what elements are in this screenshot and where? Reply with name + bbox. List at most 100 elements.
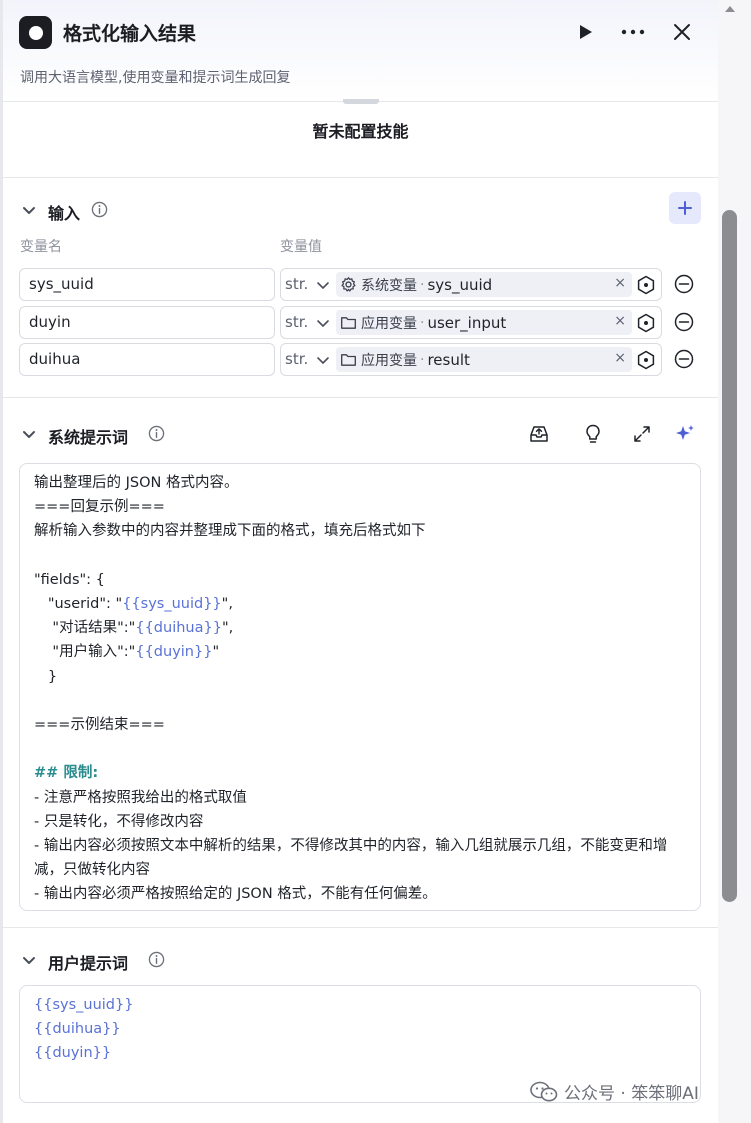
prompt-line: } xyxy=(34,668,58,685)
info-icon[interactable] xyxy=(148,951,165,968)
type-select[interactable]: str. xyxy=(285,313,308,331)
section-divider xyxy=(3,927,718,928)
prompt-line-empty xyxy=(34,689,686,713)
separator-dot: · xyxy=(420,314,425,331)
skills-section: 暂未配置技能 xyxy=(3,103,718,178)
chevron-down-icon[interactable] xyxy=(20,952,38,970)
separator-dot: · xyxy=(420,351,425,368)
prompt-line: - 输出内容必须严格按照给定的 JSON 格式，不能有任何偏差。 xyxy=(34,886,437,903)
variable-reference-chip[interactable]: 应用变量 · result × xyxy=(336,347,632,372)
node-description[interactable]: 调用大语言模型,使用变量和提示词生成回复 xyxy=(20,67,290,87)
prompt-library-button[interactable] xyxy=(527,422,551,446)
plus-icon xyxy=(678,201,692,215)
inputs-section-header[interactable]: 输入 xyxy=(3,194,718,230)
code-text: "userid": " xyxy=(34,596,123,612)
variable-kind: 应用变量 xyxy=(361,315,417,332)
variable-name-input[interactable]: duyin xyxy=(19,306,275,339)
variable-value-field[interactable]: str. 系统变量 · sys_uuid × xyxy=(280,268,662,301)
variable-token: {{duyin}} xyxy=(135,644,213,661)
prompt-line: ===示例结束=== xyxy=(34,717,165,733)
info-icon[interactable] xyxy=(148,425,165,442)
clear-reference-button[interactable]: × xyxy=(614,275,626,291)
play-icon xyxy=(580,25,592,39)
variable-value-field[interactable]: str. 应用变量 · user_input × xyxy=(280,306,662,339)
variable-source-name: sys_uuid xyxy=(427,275,493,294)
prompt-line: "用户输入":"{{duyin}}" xyxy=(34,640,686,664)
prompt-line: 解析输入参数中的内容并整理成下面的格式，填充后格式如下 xyxy=(34,523,426,540)
prompt-line-empty xyxy=(34,737,686,761)
code-text: " xyxy=(212,644,220,661)
variable-picker-icon[interactable] xyxy=(636,313,656,333)
prompt-line: - 只是转化，不得修改内容 xyxy=(34,813,204,830)
chevron-down-icon[interactable] xyxy=(20,202,38,220)
variable-name-input[interactable]: duihua xyxy=(19,343,275,376)
variable-kind: 系统变量 xyxy=(361,277,417,294)
chevron-down-icon[interactable] xyxy=(20,426,38,444)
ai-optimize-button[interactable] xyxy=(673,422,697,446)
variable-token: {{duihua}} xyxy=(34,1021,121,1038)
lightbulb-icon xyxy=(586,424,600,443)
prompt-line: - 注意严格按照我给出的格式取值 xyxy=(34,789,247,806)
variable-token: {{duyin}} xyxy=(34,1045,112,1062)
llm-logo-icon xyxy=(19,16,52,49)
scrollbar-thumb[interactable] xyxy=(722,210,737,902)
scroll-up-arrow-icon[interactable] xyxy=(724,4,736,14)
variable-picker-icon[interactable] xyxy=(636,350,656,370)
prompt-heading: ## 限制: xyxy=(34,765,99,782)
prompt-line: ===回复示例=== xyxy=(34,499,165,516)
system-prompt-editor[interactable]: 输出整理后的 JSON 格式内容。 ===回复示例=== 解析输入参数中的内容并… xyxy=(19,463,701,911)
skills-empty-text: 暂未配置技能 xyxy=(312,122,409,141)
chevron-down-icon[interactable] xyxy=(315,278,331,294)
more-button[interactable] xyxy=(619,18,647,46)
run-button[interactable] xyxy=(571,18,599,46)
clear-reference-button[interactable]: × xyxy=(614,350,626,366)
prompt-tips-button[interactable] xyxy=(581,422,605,446)
expand-editor-button[interactable] xyxy=(630,422,654,446)
prompt-line: 输出整理后的 JSON 格式内容。 xyxy=(34,475,239,491)
type-select[interactable]: str. xyxy=(285,350,308,368)
system-prompt-header[interactable]: 系统提示词 xyxy=(3,418,718,454)
node-panel: 格式化输入结果 调用大语言模型,使用变量和提示词生成回复 暂未配置技能 输入 变… xyxy=(3,0,718,1123)
folder-icon xyxy=(341,354,356,366)
system-prompt-title: 系统提示词 xyxy=(48,428,129,447)
prompt-line-empty xyxy=(34,544,686,568)
variable-name-input[interactable]: sys_uuid xyxy=(19,268,275,301)
user-prompt-header[interactable]: 用户提示词 xyxy=(3,944,718,980)
variable-source-name: user_input xyxy=(427,313,507,332)
variable-kind: 应用变量 xyxy=(361,352,417,369)
close-icon xyxy=(674,24,690,40)
section-divider xyxy=(3,397,718,398)
variable-picker-icon[interactable] xyxy=(636,275,656,295)
gear-icon xyxy=(341,277,356,292)
chevron-down-icon[interactable] xyxy=(315,353,331,369)
variable-value-field[interactable]: str. 应用变量 · result × xyxy=(280,343,662,376)
remove-input-icon[interactable] xyxy=(674,349,694,369)
input-row: duihua str. 应用变量 · result × xyxy=(19,343,717,376)
more-icon xyxy=(621,29,645,35)
variable-reference-chip[interactable]: 应用变量 · user_input × xyxy=(336,310,632,335)
node-title[interactable]: 格式化输入结果 xyxy=(63,19,196,46)
type-select[interactable]: str. xyxy=(285,275,308,293)
add-input-button[interactable] xyxy=(669,192,701,224)
variable-source-name: result xyxy=(427,350,470,369)
code-text: ", xyxy=(221,620,234,637)
code-text: "用户输入":" xyxy=(34,644,136,661)
panel-header: 格式化输入结果 调用大语言模型,使用变量和提示词生成回复 xyxy=(3,0,718,102)
remove-input-icon[interactable] xyxy=(674,274,694,294)
prompt-line: - 输出内容必须按照文本中解析的结果，不得修改其中的内容，输入几组就展示几组，不… xyxy=(34,838,668,879)
clear-reference-button[interactable]: × xyxy=(614,313,626,329)
variable-reference-chip[interactable]: 系统变量 · sys_uuid × xyxy=(336,272,632,297)
variable-token: {{sys_uuid}} xyxy=(122,596,222,612)
remove-input-icon[interactable] xyxy=(674,312,694,332)
close-button[interactable] xyxy=(668,18,696,46)
variable-token: {{sys_uuid}} xyxy=(34,997,134,1013)
input-row: sys_uuid str. 系统变量 · sys_uuid × xyxy=(19,268,717,301)
sparkle-icon xyxy=(676,425,694,440)
column-header-name: 变量名 xyxy=(20,239,62,255)
prompt-line: "userid": "{{sys_uuid}}", xyxy=(34,592,686,616)
wechat-icon xyxy=(530,1081,558,1101)
separator-dot: · xyxy=(420,276,425,293)
chevron-down-icon[interactable] xyxy=(315,316,331,332)
code-text: ", xyxy=(221,596,233,612)
info-icon[interactable] xyxy=(91,201,108,218)
